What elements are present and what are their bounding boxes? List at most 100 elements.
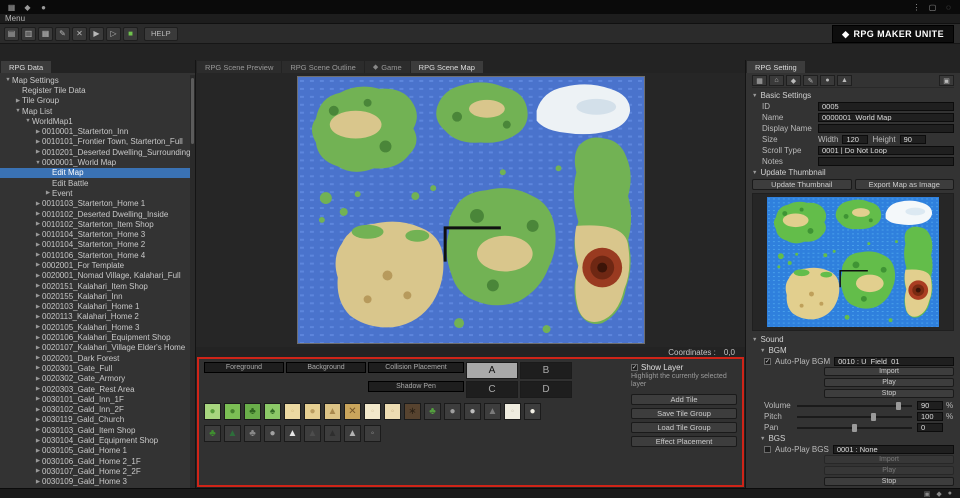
- scroll-type-field[interactable]: 0001 | Do Not Loop: [818, 146, 954, 155]
- tile-swatch-1-2[interactable]: ♣: [244, 425, 261, 442]
- chevron-right-icon[interactable]: ▶: [34, 365, 42, 371]
- chevron-right-icon[interactable]: ▶: [34, 139, 42, 145]
- show-layer-checkbox[interactable]: ✓: [631, 364, 638, 371]
- chevron-right-icon[interactable]: ▶: [34, 324, 42, 330]
- tile-swatch-0-2[interactable]: ♣: [244, 403, 261, 420]
- tree-item-edit-battle[interactable]: Edit Battle: [0, 178, 195, 188]
- bgm-track-field[interactable]: 0010 : U_Field_01: [834, 357, 954, 366]
- tree-item-0020302-gate-armory[interactable]: ▶0020302_Gate_Armory: [0, 374, 195, 384]
- save-tile-group-button[interactable]: Save Tile Group: [631, 408, 737, 419]
- chevron-right-icon[interactable]: ▶: [34, 345, 42, 351]
- more-icon[interactable]: ⋮: [911, 3, 922, 12]
- layer-tab-d[interactable]: D: [520, 381, 572, 398]
- tree-item-0030106-gald-home-2-1f[interactable]: ▶0030106_Gald_Home 2_1F: [0, 456, 195, 466]
- tile-swatch-1-3[interactable]: ●: [264, 425, 281, 442]
- bgm-import-button[interactable]: Import: [824, 367, 954, 376]
- marker-tool-icon[interactable]: ●: [820, 75, 835, 86]
- tab-game[interactable]: ◆Game: [365, 61, 410, 73]
- open-folder-icon[interactable]: ▥: [21, 27, 36, 41]
- tree-item-map-settings[interactable]: ▼Map Settings: [0, 75, 195, 85]
- display-name-field[interactable]: [818, 124, 954, 133]
- map-tool-icon[interactable]: ▦: [752, 75, 767, 86]
- tree-item-0030101-gald-inn-1f[interactable]: ▶0030101_Gald_Inn_1F: [0, 394, 195, 404]
- tile-swatch-0-15[interactable]: ◦: [504, 403, 521, 420]
- chevron-right-icon[interactable]: ▶: [34, 386, 42, 392]
- bgs-foldout[interactable]: ▼ BGS: [752, 433, 954, 444]
- chevron-right-icon[interactable]: ▶: [34, 479, 42, 485]
- effect-placement-button[interactable]: Effect Placement: [631, 436, 737, 447]
- tile-swatch-0-3[interactable]: ♠: [264, 403, 281, 420]
- pitch-slider[interactable]: [797, 416, 912, 418]
- tree-item-0010001-starterton-inn[interactable]: ▶0010001_Starterton_Inn: [0, 126, 195, 136]
- tree-item-0020113-kalahari-home-2[interactable]: ▶0020113_Kalahari_Home 2: [0, 312, 195, 322]
- tile-swatch-0-11[interactable]: ♣: [424, 403, 441, 420]
- tree-item-0030107-gald-home-2-2f[interactable]: ▶0030107_Gald_Home 2_2F: [0, 466, 195, 476]
- chevron-right-icon[interactable]: ▶: [34, 293, 42, 299]
- tree-item-0010102-starterton-item-shop[interactable]: ▶0010102_Starterton_Item Shop: [0, 219, 195, 229]
- tile-swatch-0-8[interactable]: ◦: [364, 403, 381, 420]
- edit-tool-icon[interactable]: ✎: [803, 75, 818, 86]
- basic-settings-foldout[interactable]: ▼ Basic Settings: [752, 90, 954, 101]
- tile-swatch-1-4[interactable]: ▲: [284, 425, 301, 442]
- name-field[interactable]: 0000001_World Map: [818, 113, 954, 122]
- pencil-tool-icon[interactable]: ✎: [55, 27, 70, 41]
- tile-swatch-0-9[interactable]: ◦: [384, 403, 401, 420]
- chevron-right-icon[interactable]: ▶: [34, 262, 42, 268]
- layer-tab-b[interactable]: B: [520, 362, 572, 379]
- layout-icon[interactable]: ▢: [927, 3, 938, 12]
- app-diamond-icon[interactable]: ◆: [22, 3, 33, 12]
- height-field[interactable]: 90: [900, 135, 926, 144]
- bgs-stop-button[interactable]: Stop: [824, 477, 954, 486]
- tile-swatch-0-1[interactable]: ●: [224, 403, 241, 420]
- pan-slider[interactable]: [797, 427, 912, 429]
- chevron-right-icon[interactable]: ▶: [34, 221, 42, 227]
- chevron-right-icon[interactable]: ▶: [34, 458, 42, 464]
- tile-swatch-0-0[interactable]: ●: [204, 403, 221, 420]
- chevron-right-icon[interactable]: ▶: [34, 355, 42, 361]
- new-file-icon[interactable]: ▤: [4, 27, 19, 41]
- chevron-down-icon[interactable]: ▼: [34, 160, 42, 166]
- tree-item-0010104-starterton-home-3[interactable]: ▶0010104_Starterton_Home 3: [0, 229, 195, 239]
- tile-swatch-0-7[interactable]: ✕: [344, 403, 361, 420]
- pitch-slider-thumb[interactable]: [871, 413, 876, 421]
- tree-item-0020105-kalahari-home-3[interactable]: ▶0020105_Kalahari_Home 3: [0, 322, 195, 332]
- tree-item-0020301-gate-full[interactable]: ▶0020301_Gate_Full: [0, 363, 195, 373]
- tile-swatch-1-5[interactable]: ▲: [304, 425, 321, 442]
- tree-item-event[interactable]: ▶Event: [0, 188, 195, 198]
- tile-swatch-1-0[interactable]: ♣: [204, 425, 221, 442]
- tree-item-0030105-gald-home-1[interactable]: ▶0030105_Gald_Home 1: [0, 446, 195, 456]
- account-icon[interactable]: ◌: [943, 3, 954, 12]
- tree-item-0000001-world-map[interactable]: ▼0000001_World Map: [0, 157, 195, 167]
- terrain-tool-icon[interactable]: ▲: [837, 75, 852, 86]
- bgm-stop-button[interactable]: Stop: [824, 389, 954, 398]
- chevron-down-icon[interactable]: ▼: [14, 108, 22, 114]
- tree-item-0010102-deserted-dwelling-inside[interactable]: ▶0010102_Deserted Dwelling_Inside: [0, 209, 195, 219]
- tree-item-map-list[interactable]: ▼Map List: [0, 106, 195, 116]
- tile-swatch-0-12[interactable]: ●: [444, 403, 461, 420]
- app-gear-icon[interactable]: ●: [38, 3, 49, 12]
- tree-item-0030102-gald-inn-2f[interactable]: ▶0030102_Gald_Inn_2F: [0, 405, 195, 415]
- chevron-right-icon[interactable]: ▶: [34, 427, 42, 433]
- tree-item-0010201-deserted-dwelling-surrounding-area[interactable]: ▶0010201_Deserted Dwelling_Surrounding A…: [0, 147, 195, 157]
- chevron-down-icon[interactable]: ▼: [4, 77, 12, 83]
- tree-scrollbar-thumb[interactable]: [191, 78, 194, 144]
- step-icon[interactable]: ▷: [106, 27, 121, 41]
- tab-rpg-data[interactable]: RPG Data: [1, 61, 51, 73]
- tree-scrollbar[interactable]: [190, 75, 195, 488]
- alert-icon[interactable]: ◆: [936, 490, 941, 498]
- chevron-right-icon[interactable]: ▶: [34, 438, 42, 444]
- chevron-right-icon[interactable]: ▶: [34, 252, 42, 258]
- tree-item-0030104-gald-equipment-shop[interactable]: ▶0030104_Gald_Equipment Shop: [0, 435, 195, 445]
- id-field[interactable]: 0005: [818, 102, 954, 111]
- tab-rpg-setting[interactable]: RPG Setting: [747, 61, 805, 73]
- chevron-right-icon[interactable]: ▶: [34, 149, 42, 155]
- tree-item-0020106-kalahari-equipment-shop[interactable]: ▶0020106_Kalahari_Equipment Shop: [0, 332, 195, 342]
- chevron-right-icon[interactable]: ▶: [34, 232, 42, 238]
- tree-item-edit-map[interactable]: Edit Map: [0, 168, 195, 178]
- tree-item-0030119-gald-church[interactable]: ▶0030119_Gald_Church: [0, 415, 195, 425]
- chevron-right-icon[interactable]: ▶: [34, 129, 42, 135]
- layer-tab-collision-placement[interactable]: Collision Placement: [368, 362, 464, 373]
- chevron-right-icon[interactable]: ▶: [34, 273, 42, 279]
- chevron-right-icon[interactable]: ▶: [34, 304, 42, 310]
- world-map-canvas[interactable]: [297, 76, 645, 344]
